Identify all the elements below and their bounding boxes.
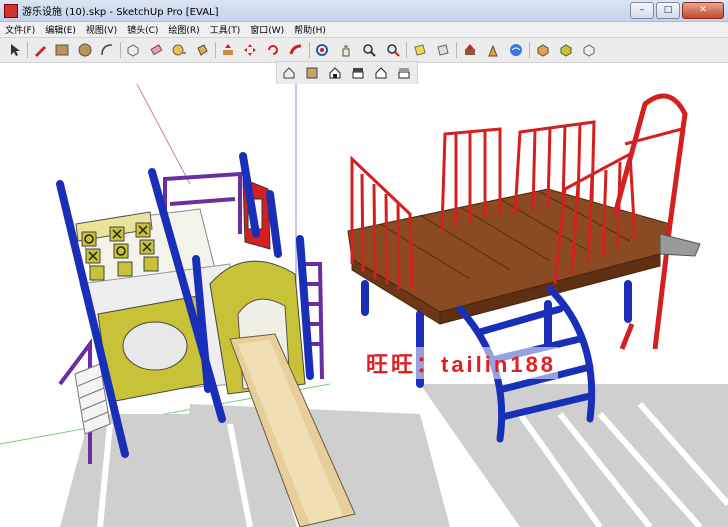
menu-camera[interactable]: 镜头(C): [122, 23, 163, 36]
top-view-icon[interactable]: [303, 64, 321, 82]
follow-me-icon[interactable]: [287, 41, 305, 59]
menu-tools[interactable]: 工具(T): [205, 23, 246, 36]
red-slide-leg: [619, 323, 635, 350]
menu-window[interactable]: 窗口(W): [245, 23, 289, 36]
menu-view[interactable]: 视图(V): [81, 23, 122, 36]
zoom-extents-icon[interactable]: [384, 41, 402, 59]
close-button[interactable]: ✕: [682, 2, 724, 19]
left-view-icon[interactable]: [395, 64, 413, 82]
paint-bucket-icon[interactable]: [193, 41, 211, 59]
main-toolbar: [0, 37, 728, 63]
menu-help[interactable]: 帮助(H): [289, 23, 331, 36]
pencil-icon[interactable]: [31, 41, 49, 59]
zoom-icon[interactable]: [360, 41, 378, 59]
iso-view-icon[interactable]: [280, 64, 298, 82]
push-pull-icon[interactable]: [219, 41, 237, 59]
section-plane-icon[interactable]: [411, 41, 429, 59]
menu-bar: 文件(F) 编辑(E) 视图(V) 镜头(C) 绘图(R) 工具(T) 窗口(W…: [0, 22, 728, 37]
make-component-icon[interactable]: [124, 41, 142, 59]
eraser-icon[interactable]: [147, 41, 165, 59]
select-icon[interactable]: [6, 41, 24, 59]
ground-shadows: [60, 384, 728, 527]
watermark-text: 旺旺：tailin188: [364, 347, 559, 379]
circle-icon[interactable]: [76, 41, 94, 59]
arc-icon[interactable]: [98, 41, 116, 59]
front-view-icon[interactable]: [326, 64, 344, 82]
pan-icon[interactable]: [337, 41, 355, 59]
share-model-icon[interactable]: [534, 41, 552, 59]
menu-edit[interactable]: 编辑(E): [40, 23, 81, 36]
section-display-icon[interactable]: [434, 41, 452, 59]
rotate-icon[interactable]: [264, 41, 282, 59]
orbit-icon[interactable]: [313, 41, 331, 59]
panel-hole: [122, 321, 188, 371]
right-view-icon[interactable]: [349, 64, 367, 82]
move-icon[interactable]: [241, 41, 259, 59]
grey-slide-end: [659, 233, 701, 257]
rectangle-icon[interactable]: [53, 41, 71, 59]
menu-file[interactable]: 文件(F): [0, 23, 40, 36]
get-models-icon[interactable]: [507, 41, 525, 59]
playground-model-drawing: [0, 84, 728, 527]
component-icon[interactable]: [557, 41, 575, 59]
add-location-icon[interactable]: [461, 41, 479, 59]
title-bar: 游乐设施 (10).skp - SketchUp Pro [EVAL] – □ …: [0, 0, 728, 22]
extension-icon[interactable]: [580, 41, 598, 59]
window-title: 游乐设施 (10).skp - SketchUp Pro [EVAL]: [22, 7, 219, 18]
place-model-icon[interactable]: [484, 41, 502, 59]
app-icon: [4, 3, 18, 18]
back-view-icon[interactable]: [372, 64, 390, 82]
tape-measure-icon[interactable]: [170, 41, 188, 59]
maximize-button[interactable]: □: [656, 2, 680, 19]
menu-draw[interactable]: 绘图(R): [163, 23, 204, 36]
views-toolbar: [276, 61, 418, 85]
red-axis-line: [136, 84, 191, 185]
minimize-button[interactable]: –: [630, 2, 654, 19]
model-viewport[interactable]: 旺旺：tailin188: [0, 84, 728, 527]
